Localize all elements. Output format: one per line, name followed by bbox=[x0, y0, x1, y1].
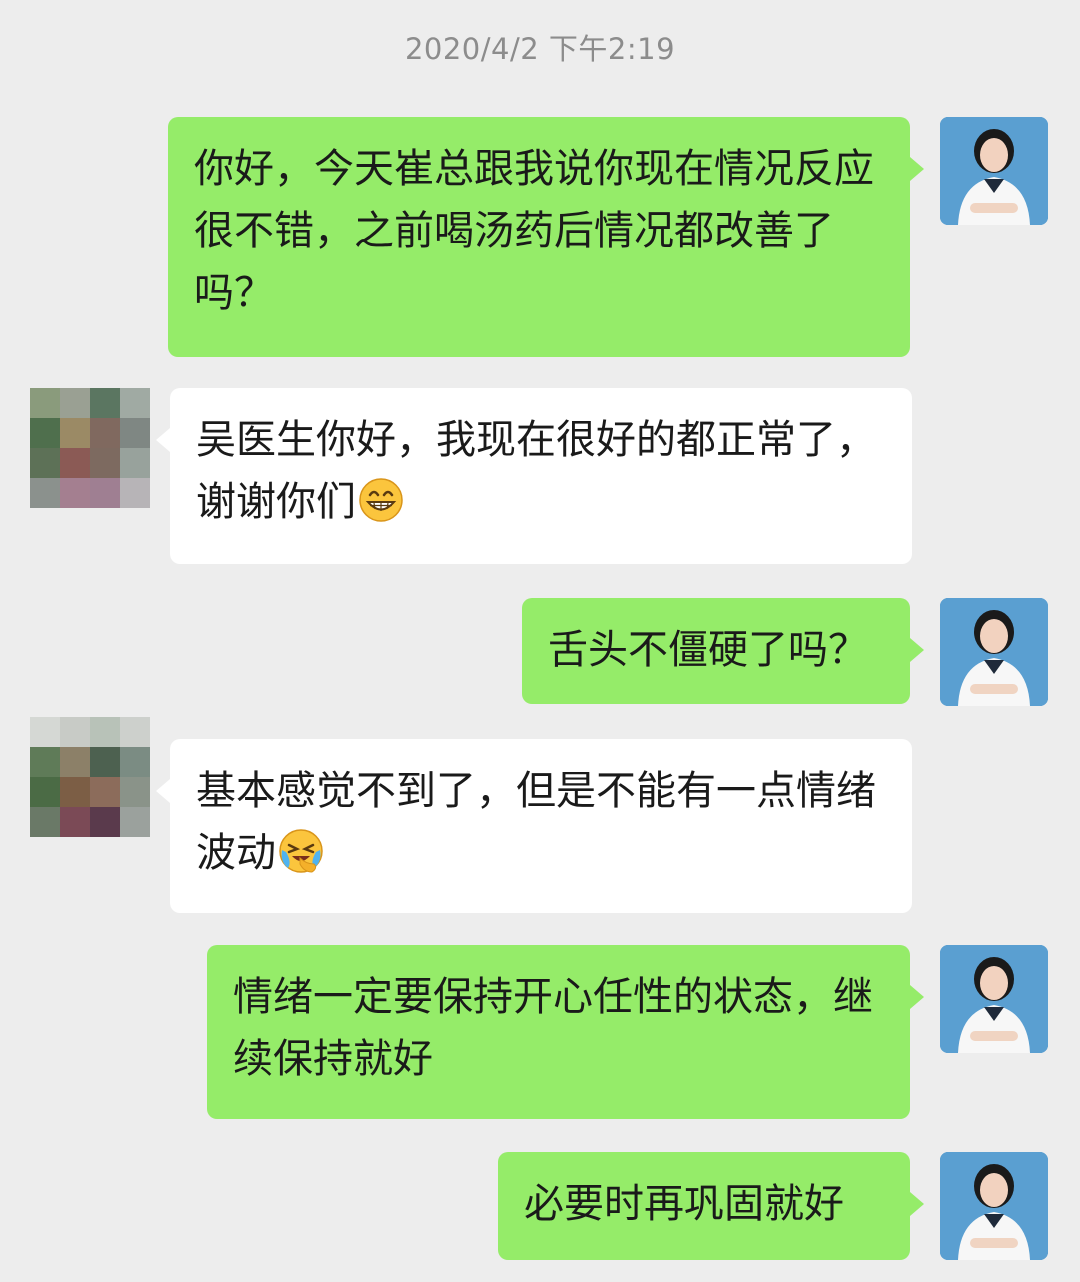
chat-timestamp: 2020/4/2 下午2:19 bbox=[404, 32, 676, 66]
message-bubble-other[interactable]: 吴医生你好，我现在很好的都正常了，谢谢你们 bbox=[170, 388, 912, 564]
message-row: 基本感觉不到了，但是不能有一点情绪波动 bbox=[0, 717, 1080, 913]
message-bubble-self[interactable]: 必要时再巩固就好 bbox=[498, 1152, 910, 1260]
message-bubble-other[interactable]: 基本感觉不到了，但是不能有一点情绪波动 bbox=[170, 739, 912, 913]
self-avatar[interactable] bbox=[940, 1152, 1048, 1260]
self-avatar[interactable] bbox=[940, 598, 1048, 706]
grinning-face-emoji bbox=[359, 478, 403, 522]
bubble-tail bbox=[156, 428, 170, 452]
message-text: 舌头不僵硬了吗？ bbox=[548, 627, 868, 673]
crying-laughing-emoji bbox=[279, 829, 323, 873]
message-bubble-self[interactable]: 情绪一定要保持开心任性的状态，继续保持就好 bbox=[207, 945, 910, 1119]
message-row: 你好，今天崔总跟我说你现在情况反应很不错，之前喝汤药后情况都改善了吗？ bbox=[0, 117, 1080, 357]
bubble-tail bbox=[910, 985, 924, 1009]
doctor-avatar-image bbox=[940, 1152, 1048, 1260]
bubble-tail bbox=[910, 1192, 924, 1216]
message-row: 舌头不僵硬了吗？ bbox=[0, 598, 1080, 706]
bubble-tail bbox=[910, 638, 924, 662]
self-avatar[interactable] bbox=[940, 117, 1048, 225]
message-row: 吴医生你好，我现在很好的都正常了，谢谢你们 bbox=[0, 388, 1080, 564]
message-bubble-self[interactable]: 舌头不僵硬了吗？ bbox=[522, 598, 910, 704]
message-text: 你好，今天崔总跟我说你现在情况反应很不错，之前喝汤药后情况都改善了吗？ bbox=[194, 146, 874, 316]
contact-avatar[interactable] bbox=[30, 717, 150, 837]
message-text: 必要时再巩固就好 bbox=[524, 1181, 844, 1227]
message-row: 情绪一定要保持开心任性的状态，继续保持就好 bbox=[0, 945, 1080, 1119]
contact-avatar[interactable] bbox=[30, 388, 150, 508]
self-avatar[interactable] bbox=[940, 945, 1048, 1053]
doctor-avatar-image bbox=[940, 945, 1048, 1053]
bubble-tail bbox=[910, 157, 924, 181]
message-row: 必要时再巩固就好 bbox=[0, 1152, 1080, 1260]
doctor-avatar-image bbox=[940, 117, 1048, 225]
bubble-tail bbox=[156, 779, 170, 803]
message-text: 情绪一定要保持开心任性的状态，继续保持就好 bbox=[233, 974, 873, 1082]
message-bubble-self[interactable]: 你好，今天崔总跟我说你现在情况反应很不错，之前喝汤药后情况都改善了吗？ bbox=[168, 117, 910, 357]
message-text: 吴医生你好，我现在很好的都正常了，谢谢你们 bbox=[196, 417, 876, 525]
doctor-avatar-image bbox=[940, 598, 1048, 706]
